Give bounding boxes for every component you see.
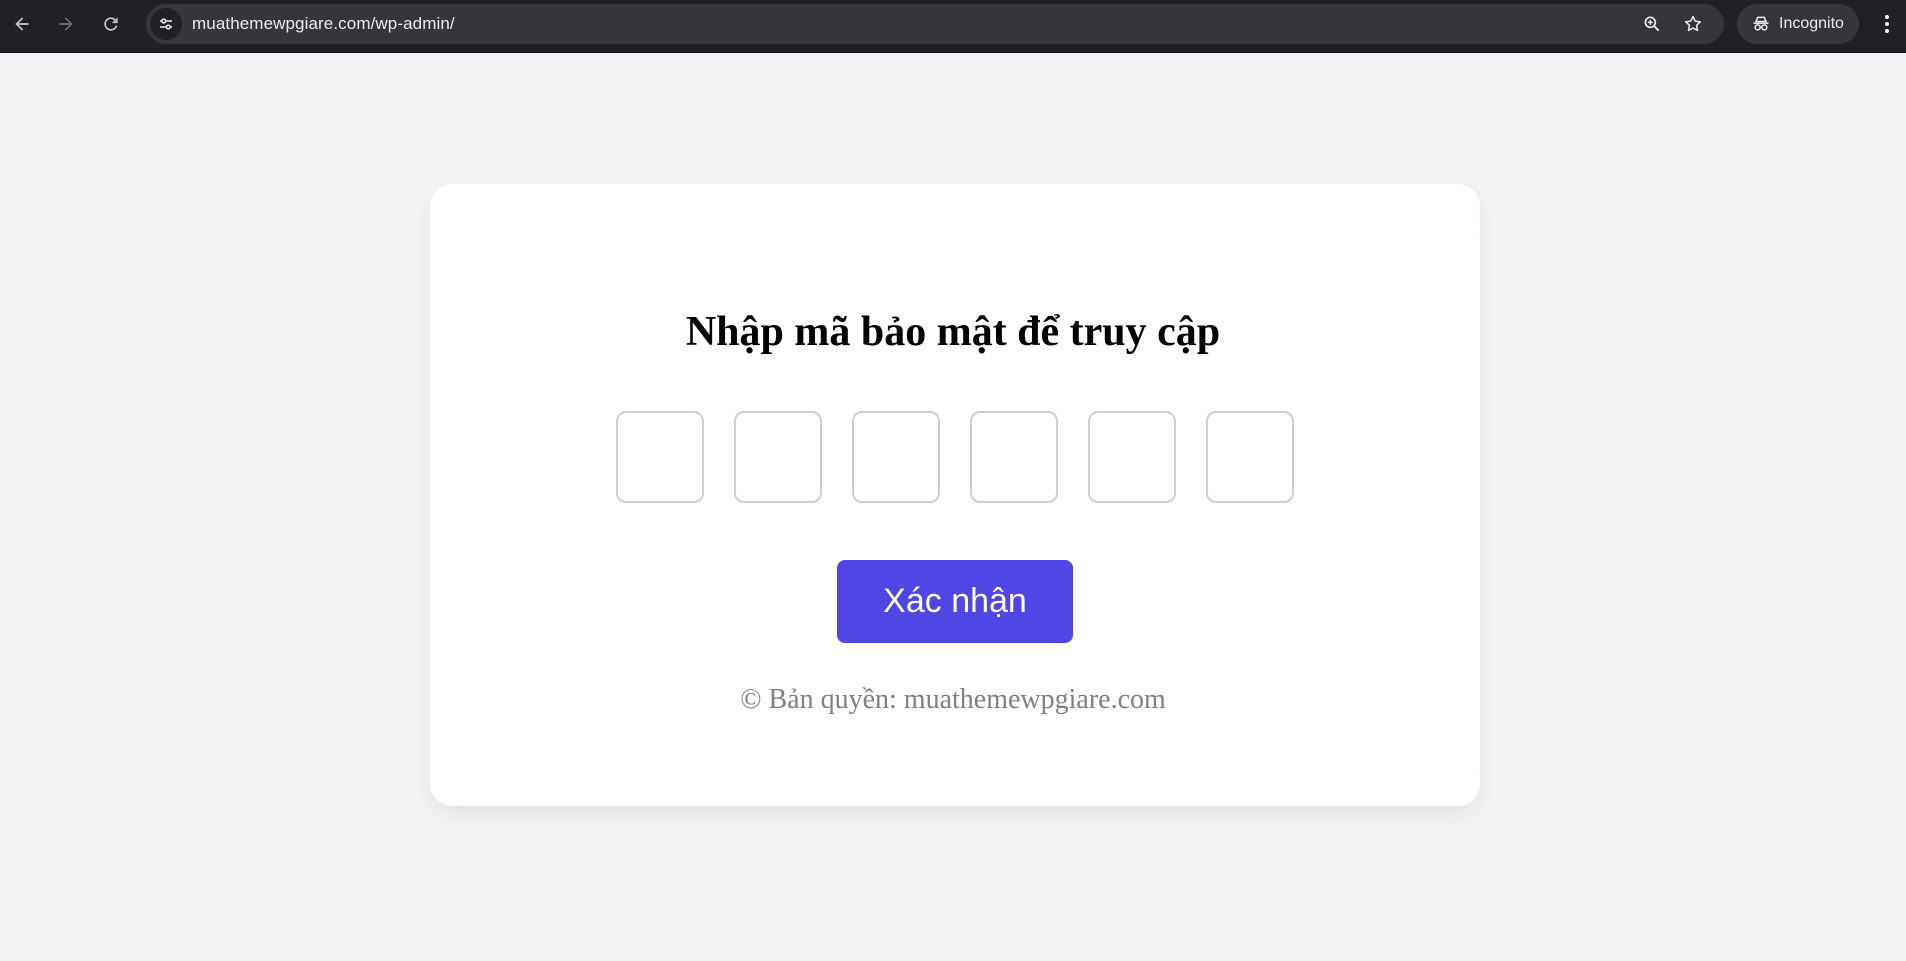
kebab-menu-icon xyxy=(1885,15,1889,33)
otp-input-group xyxy=(616,411,1294,503)
otp-digit-4[interactable] xyxy=(970,411,1058,503)
incognito-label: Incognito xyxy=(1779,15,1844,32)
incognito-badge[interactable]: Incognito xyxy=(1737,4,1859,44)
page-title: Nhập mã bảo mật để truy cập xyxy=(685,309,1221,355)
incognito-icon xyxy=(1753,16,1769,31)
bookmark-button[interactable] xyxy=(1679,10,1707,38)
back-button[interactable] xyxy=(4,6,40,42)
reload-icon xyxy=(104,17,118,31)
url-text[interactable]: muathemewpgiare.com/wp-admin/ xyxy=(192,4,455,44)
site-info-button[interactable] xyxy=(150,8,182,40)
copyright-text: © Bản quyền: muathemewpgiare.com xyxy=(740,684,1166,715)
confirm-button[interactable]: Xác nhận xyxy=(837,560,1073,643)
back-arrow-icon xyxy=(15,17,29,31)
otp-digit-1[interactable] xyxy=(616,411,704,503)
forward-arrow-icon xyxy=(59,17,73,31)
browser-menu-button[interactable] xyxy=(1872,6,1902,42)
zoom-button[interactable] xyxy=(1638,10,1666,38)
zoom-icon xyxy=(1644,16,1660,32)
otp-digit-5[interactable] xyxy=(1088,411,1176,503)
browser-toolbar: muathemewpgiare.com/wp-admin/ Incognito xyxy=(0,0,1906,52)
forward-button[interactable] xyxy=(48,6,84,42)
reload-button[interactable] xyxy=(93,6,129,42)
otp-digit-6[interactable] xyxy=(1206,411,1294,503)
address-bar[interactable]: muathemewpgiare.com/wp-admin/ xyxy=(146,4,1724,44)
otp-digit-2[interactable] xyxy=(734,411,822,503)
otp-digit-3[interactable] xyxy=(852,411,940,503)
site-info-icon xyxy=(160,18,172,30)
bookmark-star-icon xyxy=(1684,15,1702,32)
